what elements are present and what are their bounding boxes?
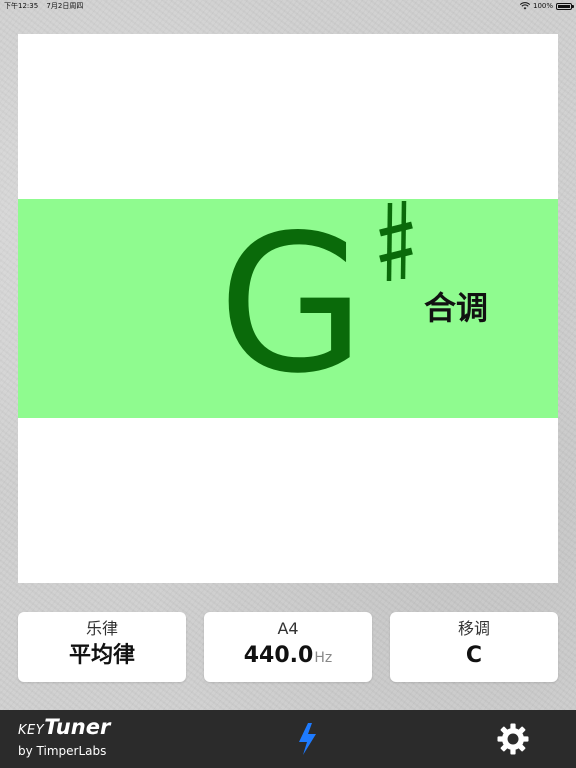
brand-name: KEYTuner — [18, 716, 110, 742]
brand-byline: by TimperLabs — [18, 744, 107, 758]
status-date: 7月2日周四 — [46, 2, 84, 10]
brand-tuner: Tuner — [44, 715, 111, 739]
brand-logo: KEYTuner by TimperLabs — [18, 716, 110, 760]
transpose-title: 移调 — [457, 619, 490, 638]
reference-pitch-card[interactable]: A4 440.0Hz — [204, 612, 372, 682]
reference-pitch-value-line: 440.0Hz — [204, 642, 372, 672]
lightning-button[interactable] — [296, 722, 320, 756]
status-bar: 下午12:35 7月2日周四 100% — [0, 0, 576, 12]
tuned-status-label: 合调 — [424, 289, 489, 327]
temperament-value: 平均律 — [68, 643, 135, 668]
transpose-card[interactable]: 移调 C — [390, 612, 558, 682]
bottom-bar: KEYTuner by TimperLabs — [0, 710, 576, 768]
temperament-title: 乐律 — [85, 619, 118, 638]
reference-pitch-title: A4 — [277, 619, 299, 638]
transpose-value: C — [465, 643, 483, 668]
brand-key: KEY — [18, 723, 45, 738]
status-left: 下午12:35 7月2日周四 — [4, 0, 83, 12]
settings-button[interactable] — [496, 722, 530, 756]
wifi-icon — [519, 2, 530, 10]
note-band: G 合调 — [18, 199, 558, 418]
gear-icon — [497, 723, 529, 755]
battery-icon — [556, 2, 574, 10]
sharp-icon — [379, 201, 413, 282]
reference-pitch-unit: Hz — [314, 650, 333, 666]
status-right: 100% — [519, 0, 574, 12]
note-letter: G — [218, 194, 366, 415]
battery-percent: 100% — [532, 2, 553, 10]
status-time: 下午12:35 — [4, 2, 39, 10]
temperament-card[interactable]: 乐律 平均律 — [18, 612, 186, 682]
tuner-display: G 合调 — [18, 34, 558, 583]
lightning-bolt-icon — [299, 723, 316, 755]
reference-pitch-value: 440.0 — [243, 643, 314, 668]
